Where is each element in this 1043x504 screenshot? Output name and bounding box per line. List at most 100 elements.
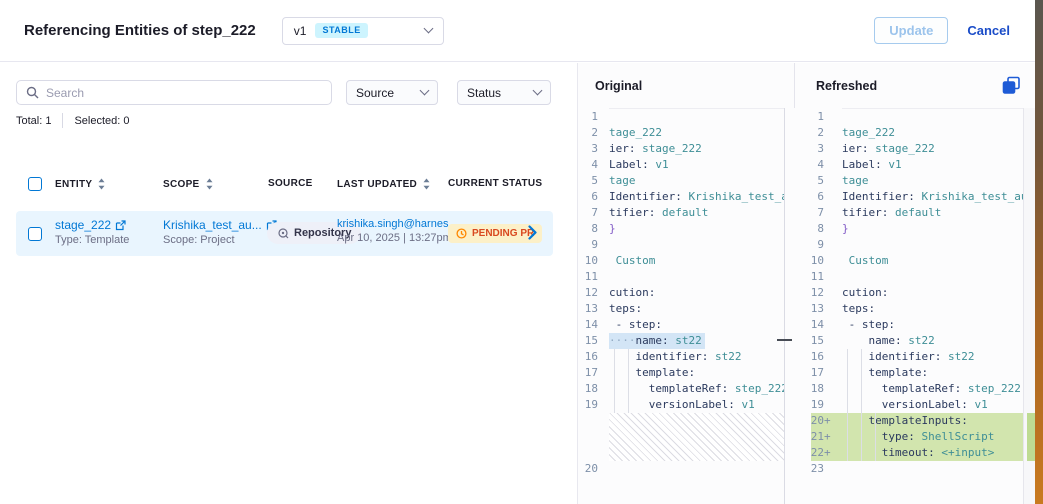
code-text: name: st22 [842, 333, 935, 349]
original-panel-title: Original [595, 79, 642, 93]
code-text: ier: stage_222 [609, 141, 702, 157]
code-line: 2tage_222 [794, 125, 1023, 141]
code-text: versionLabel: v1 [609, 397, 755, 413]
search-placeholder: Search [46, 86, 84, 100]
code-line: 8} [794, 221, 1023, 237]
status-filter-dropdown[interactable]: Status [457, 80, 551, 105]
line-number: 12 [579, 285, 598, 301]
code-text [842, 461, 849, 477]
yaml-diff-viewer: Original Refreshed 1 2tage_2223ier: stag… [577, 63, 1035, 504]
line-number: 3 [579, 141, 598, 157]
code-text: tage [609, 173, 636, 189]
code-line: 19 versionLabel: v1 [794, 397, 1023, 413]
line-number: 9 [579, 237, 598, 253]
added-line-marker [824, 141, 831, 157]
column-header-entity[interactable]: ENTITY [55, 178, 106, 190]
code-line: 21+ type: ShellScript [794, 429, 1023, 445]
clock-icon [456, 228, 467, 239]
page-title: Referencing Entities of step_222 [24, 22, 256, 39]
code-text: } [609, 221, 616, 237]
selected-count: Selected: 0 [74, 115, 129, 127]
line-number: 21 [794, 429, 824, 445]
panel-divider [794, 63, 795, 108]
added-line-marker [824, 365, 831, 381]
added-line-marker [824, 397, 831, 413]
chevron-down-icon [423, 24, 433, 34]
source-filter-label: Source [356, 86, 394, 100]
chevron-right-icon[interactable] [528, 225, 537, 240]
referencing-entities-drawer: Referencing Entities of step_222 v1 STAB… [0, 0, 1043, 504]
select-all-checkbox[interactable] [28, 177, 42, 191]
table-row[interactable]: stage_222 Type: Template Krishika_test_a… [16, 211, 553, 256]
added-line-marker [824, 269, 831, 285]
refreshed-panel-title: Refreshed [816, 79, 877, 93]
line-number: 16 [794, 349, 824, 365]
search-input[interactable]: Search [16, 80, 332, 105]
line-number: 10 [794, 253, 824, 269]
column-header-last-updated[interactable]: LAST UPDATED [337, 178, 431, 190]
sort-icon[interactable] [205, 178, 214, 190]
code-text: ····name: st22 [609, 333, 705, 349]
line-number: 11 [579, 269, 598, 285]
code-text: type: ShellScript [842, 429, 994, 445]
code-line: 20+ templateInputs: [794, 413, 1023, 429]
version-dropdown[interactable]: v1 STABLE [282, 17, 444, 45]
line-number: 5 [794, 173, 824, 189]
header-actions: Update Cancel [874, 17, 1010, 44]
code-line: 17 template: [579, 365, 784, 381]
added-line-marker [824, 125, 831, 141]
cancel-button[interactable]: Cancel [967, 23, 1010, 38]
updated-by-email[interactable]: krishika.singh@harnes... [337, 218, 458, 230]
column-header-scope[interactable]: SCOPE [163, 178, 214, 190]
line-number: 4 [794, 157, 824, 173]
code-text: Label: v1 [609, 157, 669, 173]
code-line: 3ier: stage_222 [794, 141, 1023, 157]
line-number: 13 [579, 301, 598, 317]
code-text: Custom [842, 253, 888, 269]
original-code-editor[interactable]: 1 2tage_2223ier: stage_2224Label: v15tag… [579, 109, 784, 504]
line-number: 9 [794, 237, 824, 253]
refreshed-code-editor[interactable]: 1 2tage_2223ier: stage_2224Label: v15tag… [794, 109, 1023, 504]
code-text: templateRef: step_222 [609, 381, 784, 397]
column-header-current-status: CURRENT STATUS [448, 178, 542, 189]
code-text: template: [609, 365, 695, 381]
code-line: 7tifier: default [579, 205, 784, 221]
code-text: cution: [842, 285, 888, 301]
code-text [609, 237, 616, 253]
code-line: 7tifier: default [794, 205, 1023, 221]
code-text: timeout: <+input> [842, 445, 994, 461]
added-line-marker [824, 205, 831, 221]
added-line-marker [824, 381, 831, 397]
code-line: 20 [579, 461, 784, 477]
row-checkbox[interactable] [28, 227, 42, 241]
diff-sash-marker[interactable] [777, 339, 792, 341]
code-text: teps: [609, 301, 642, 317]
copy-button[interactable] [1001, 76, 1021, 96]
repository-icon [277, 227, 289, 239]
source-filter-dropdown[interactable]: Source [346, 80, 438, 105]
code-line: 10 Custom [579, 253, 784, 269]
code-line: 10 Custom [794, 253, 1023, 269]
sort-icon[interactable] [97, 178, 106, 190]
code-text [842, 109, 849, 125]
summary-divider [62, 113, 63, 128]
scope-link[interactable]: Krishika_test_au... [163, 218, 277, 232]
code-line: 14 - step: [794, 317, 1023, 333]
sort-icon[interactable] [422, 178, 431, 190]
code-line: 6Identifier: Krishika_test_aut [794, 189, 1023, 205]
code-line: 8} [579, 221, 784, 237]
line-number: 20 [579, 461, 598, 477]
status-badge-label: PENDING PR [472, 228, 534, 239]
line-number: 14 [579, 317, 598, 333]
code-text: cution: [609, 285, 655, 301]
line-number: 16 [579, 349, 598, 365]
line-number: 8 [794, 221, 824, 237]
code-text [842, 237, 849, 253]
entity-link[interactable]: stage_222 [55, 218, 129, 232]
code-text: versionLabel: v1 [842, 397, 988, 413]
code-line: 2tage_222 [579, 125, 784, 141]
code-text: Label: v1 [842, 157, 902, 173]
code-text: ier: stage_222 [842, 141, 935, 157]
line-number: 2 [794, 125, 824, 141]
update-button[interactable]: Update [874, 17, 948, 44]
